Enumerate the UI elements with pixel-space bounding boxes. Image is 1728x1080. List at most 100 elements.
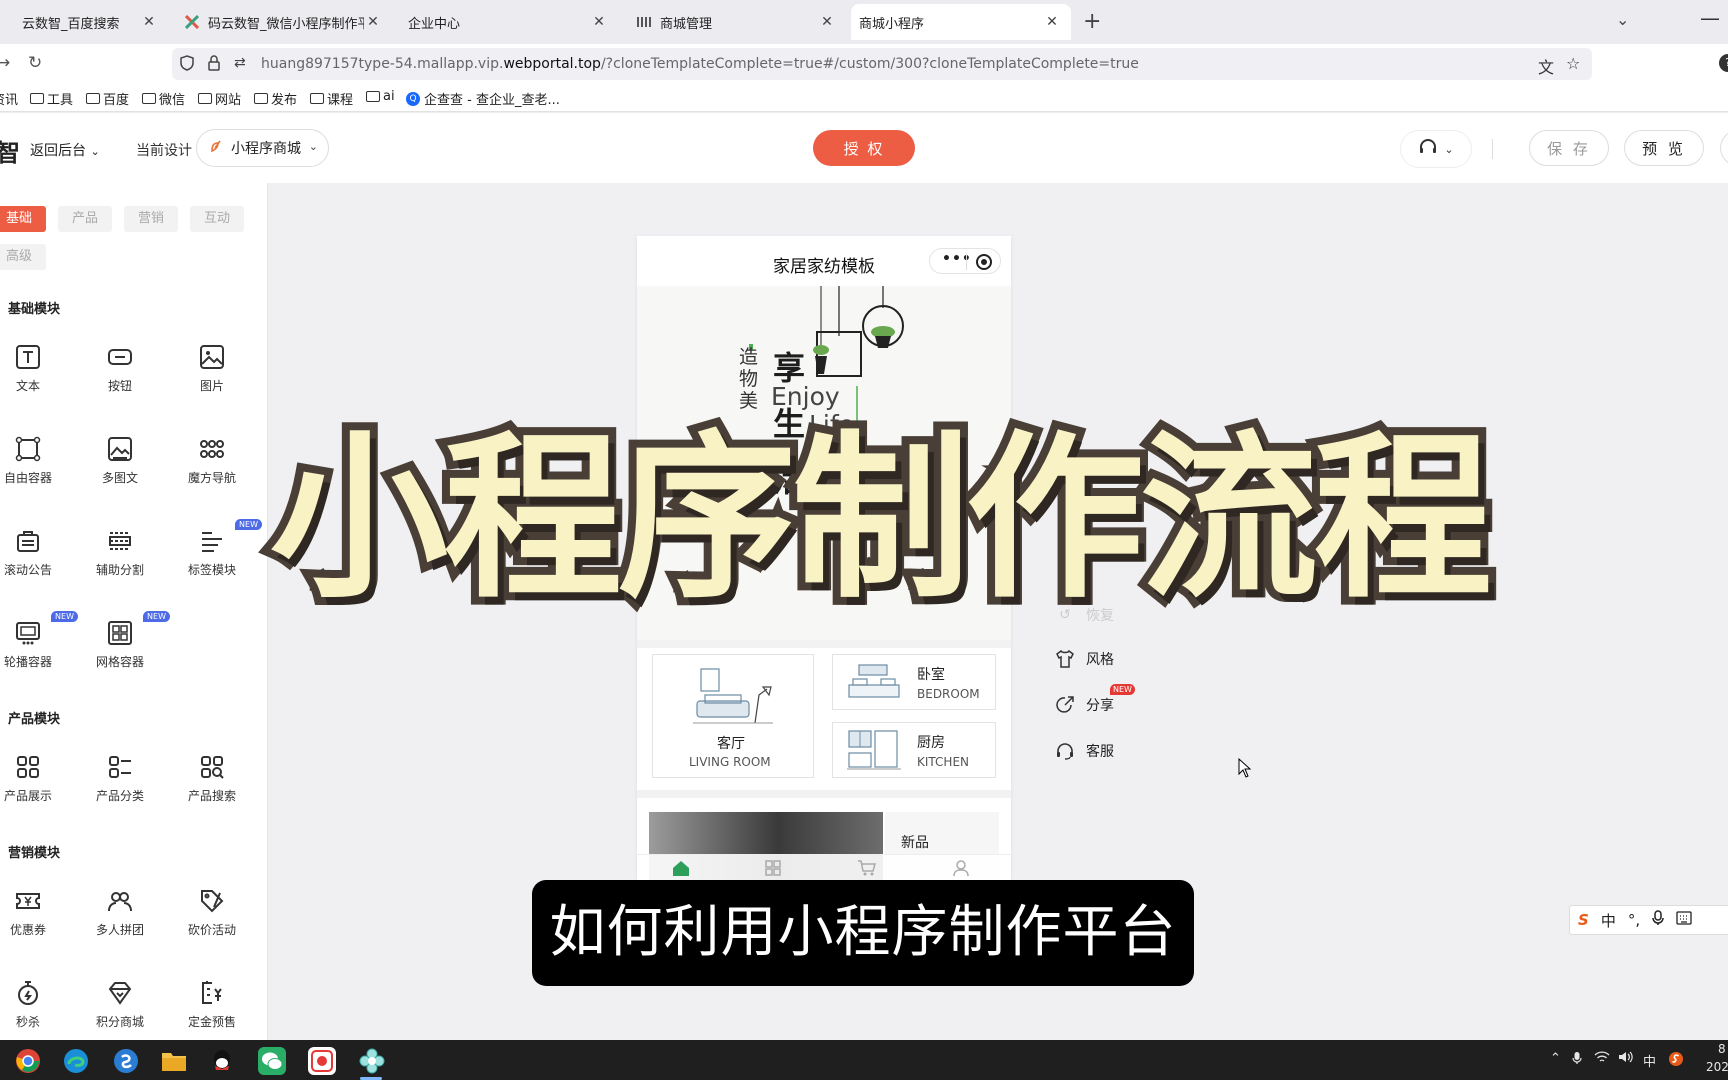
category-tab-interaction[interactable]: 互动 <box>190 206 244 232</box>
component-label: 辅助分割 <box>95 563 144 577</box>
customer-service-dropdown[interactable]: ⌄ <box>1400 130 1472 168</box>
shield-icon[interactable] <box>180 55 194 75</box>
chrome-icon[interactable] <box>14 1047 42 1075</box>
reload-icon[interactable]: ↻ <box>28 53 42 73</box>
design-select[interactable]: 小程序商城 ⌄ <box>196 129 329 167</box>
component-points-mall[interactable]: 积分商城 <box>74 975 166 1040</box>
close-icon[interactable]: ✕ <box>1043 14 1061 30</box>
component-bargain[interactable]: 砍价活动 <box>166 883 258 953</box>
tray-sogou-icon[interactable] <box>1668 1051 1684 1071</box>
ime-toolbar[interactable]: S 中 °, <box>1569 905 1728 935</box>
authorize-button[interactable]: 授 权 <box>813 130 915 166</box>
tray-wifi-icon[interactable] <box>1594 1051 1610 1067</box>
bookmark-label: 工具 <box>47 93 74 108</box>
bookmark-baidu[interactable]: 百度 <box>86 89 129 108</box>
tool-style[interactable]: 风格 <box>1054 648 1114 670</box>
save-button[interactable]: 保 存 <box>1529 130 1609 166</box>
wechat-icon[interactable] <box>258 1047 286 1075</box>
translate-icon[interactable]: 文 <box>1538 54 1554 78</box>
bookmark-qichacha[interactable]: Q 企查查 - 查企业_查老... <box>406 89 560 108</box>
tray-microphone-icon[interactable] <box>1572 1051 1582 1069</box>
category-card-kitchen[interactable]: 厨房 KITCHEN <box>832 722 996 778</box>
url-text[interactable]: huang897157type-54.mallapp.vip.webportal… <box>261 56 1139 72</box>
component-image[interactable]: 图片 <box>166 339 258 409</box>
home-icon[interactable] <box>669 859 693 879</box>
star-icon[interactable]: ☆ <box>1566 54 1580 73</box>
sogou-browser-icon[interactable] <box>112 1047 140 1075</box>
component-free-container[interactable]: 自由容器 <box>0 431 74 501</box>
component-carousel-container[interactable]: 轮播容器 NEW <box>0 611 78 685</box>
user-icon[interactable] <box>949 859 973 879</box>
component-product-display[interactable]: 产品展示 <box>0 749 74 819</box>
component-grid-container[interactable]: 网格容器 NEW <box>74 611 170 685</box>
tool-share[interactable]: 分享 NEW <box>1054 684 1135 716</box>
component-coupon[interactable]: 优惠券 <box>0 883 74 953</box>
category-tab-basic[interactable]: 基础 <box>0 206 46 232</box>
ime-punctuation[interactable]: °, <box>1628 911 1640 929</box>
component-label: 多图文 <box>101 471 138 485</box>
bookmark-ai[interactable]: ai <box>366 89 395 104</box>
new-tab-button[interactable]: + <box>1083 9 1101 34</box>
bookmark-courses[interactable]: 课程 <box>310 89 353 108</box>
bookmark-news[interactable]: 资讯 <box>0 89 18 108</box>
component-deposit-presale[interactable]: 定金预售 <box>166 975 258 1040</box>
component-button[interactable]: 按钮 <box>74 339 166 409</box>
edge-icon[interactable] <box>62 1047 90 1075</box>
component-magic-nav[interactable]: 魔方导航 <box>166 431 258 501</box>
close-icon[interactable]: ✕ <box>590 14 608 30</box>
component-product-search[interactable]: 产品搜索 <box>166 749 258 819</box>
file-explorer-icon[interactable] <box>160 1047 188 1075</box>
microphone-icon[interactable] <box>1652 910 1664 930</box>
category-grid-icon[interactable] <box>761 859 785 879</box>
close-icon[interactable]: ✕ <box>364 14 382 30</box>
bookmark-label: 课程 <box>327 93 354 108</box>
tray-volume-icon[interactable] <box>1618 1051 1634 1067</box>
help-icon[interactable]: ? <box>1719 54 1728 72</box>
publish-button[interactable] <box>1720 130 1728 166</box>
minimize-icon[interactable]: — <box>1700 6 1720 30</box>
tab-baidu-search[interactable]: 云数智_百度搜索 ✕ <box>0 4 168 40</box>
qq-icon[interactable] <box>208 1047 236 1075</box>
screen-recorder-icon[interactable] <box>308 1047 336 1075</box>
tool-customer-service[interactable]: 客服 <box>1054 740 1114 762</box>
category-tab-advanced[interactable]: 高级 <box>0 244 46 270</box>
category-tab-product[interactable]: 产品 <box>58 206 112 232</box>
flower-app-icon[interactable] <box>358 1047 386 1075</box>
bookmark-wechat[interactable]: 微信 <box>142 89 185 108</box>
component-flash-sale[interactable]: 秒杀 <box>0 975 74 1040</box>
tray-chevron-up-icon[interactable]: ⌃ <box>1550 1051 1561 1066</box>
tab-mall-miniprogram[interactable]: 商城小程序 ✕ <box>851 4 1071 40</box>
bookmark-websites[interactable]: 网站 <box>198 89 241 108</box>
close-icon[interactable]: ✕ <box>818 14 836 30</box>
component-group-buy[interactable]: 多人拼团 <box>74 883 166 953</box>
category-tab-marketing[interactable]: 营销 <box>124 206 178 232</box>
close-icon[interactable]: ✕ <box>140 14 158 30</box>
forward-icon[interactable]: → <box>0 53 10 73</box>
category-card-bedroom[interactable]: 卧室 BEDROOM <box>832 654 996 710</box>
category-card-living-room[interactable]: 客厅 LIVING ROOM <box>652 654 814 778</box>
component-tag-module[interactable]: 标签模块 NEW <box>166 519 262 593</box>
component-text[interactable]: 文本 <box>0 339 74 409</box>
component-multi-image-text[interactable]: 多图文 <box>74 431 166 501</box>
cart-icon[interactable] <box>855 859 879 879</box>
product-search-icon <box>166 753 258 787</box>
preview-button[interactable]: 预 览 <box>1624 130 1704 166</box>
tab-enterprise-center[interactable]: 企业中心 ✕ <box>400 4 618 40</box>
site-settings-icon[interactable]: ⇄ <box>234 55 246 71</box>
back-to-admin-button[interactable]: 返回后台 ⌄ <box>30 140 100 160</box>
ime-language[interactable]: 中 <box>1601 910 1616 931</box>
multi-image-icon <box>74 435 166 469</box>
bookmark-tools[interactable]: 工具 <box>30 89 73 108</box>
chevron-down-icon[interactable]: ⌄ <box>1616 10 1629 29</box>
component-divider[interactable]: 辅助分割 <box>74 523 166 593</box>
tab-mall-management[interactable]: 商城管理 ✕ <box>628 4 846 40</box>
address-bar[interactable]: ⇄ huang897157type-54.mallapp.vip.webport… <box>172 48 1592 80</box>
tab-mayun-platform[interactable]: 码云数智_微信小程序制作平台_ ✕ <box>176 4 392 40</box>
keyboard-icon[interactable] <box>1676 911 1692 929</box>
url-plain: huang897157type-54.mallapp.vip. <box>261 56 504 72</box>
lock-icon[interactable] <box>208 55 220 75</box>
component-product-category[interactable]: 产品分类 <box>74 749 166 819</box>
tray-input-language[interactable]: 中 <box>1643 1051 1656 1070</box>
component-scroll-notice[interactable]: 滚动公告 <box>0 523 74 593</box>
bookmark-publish[interactable]: 发布 <box>254 89 297 108</box>
